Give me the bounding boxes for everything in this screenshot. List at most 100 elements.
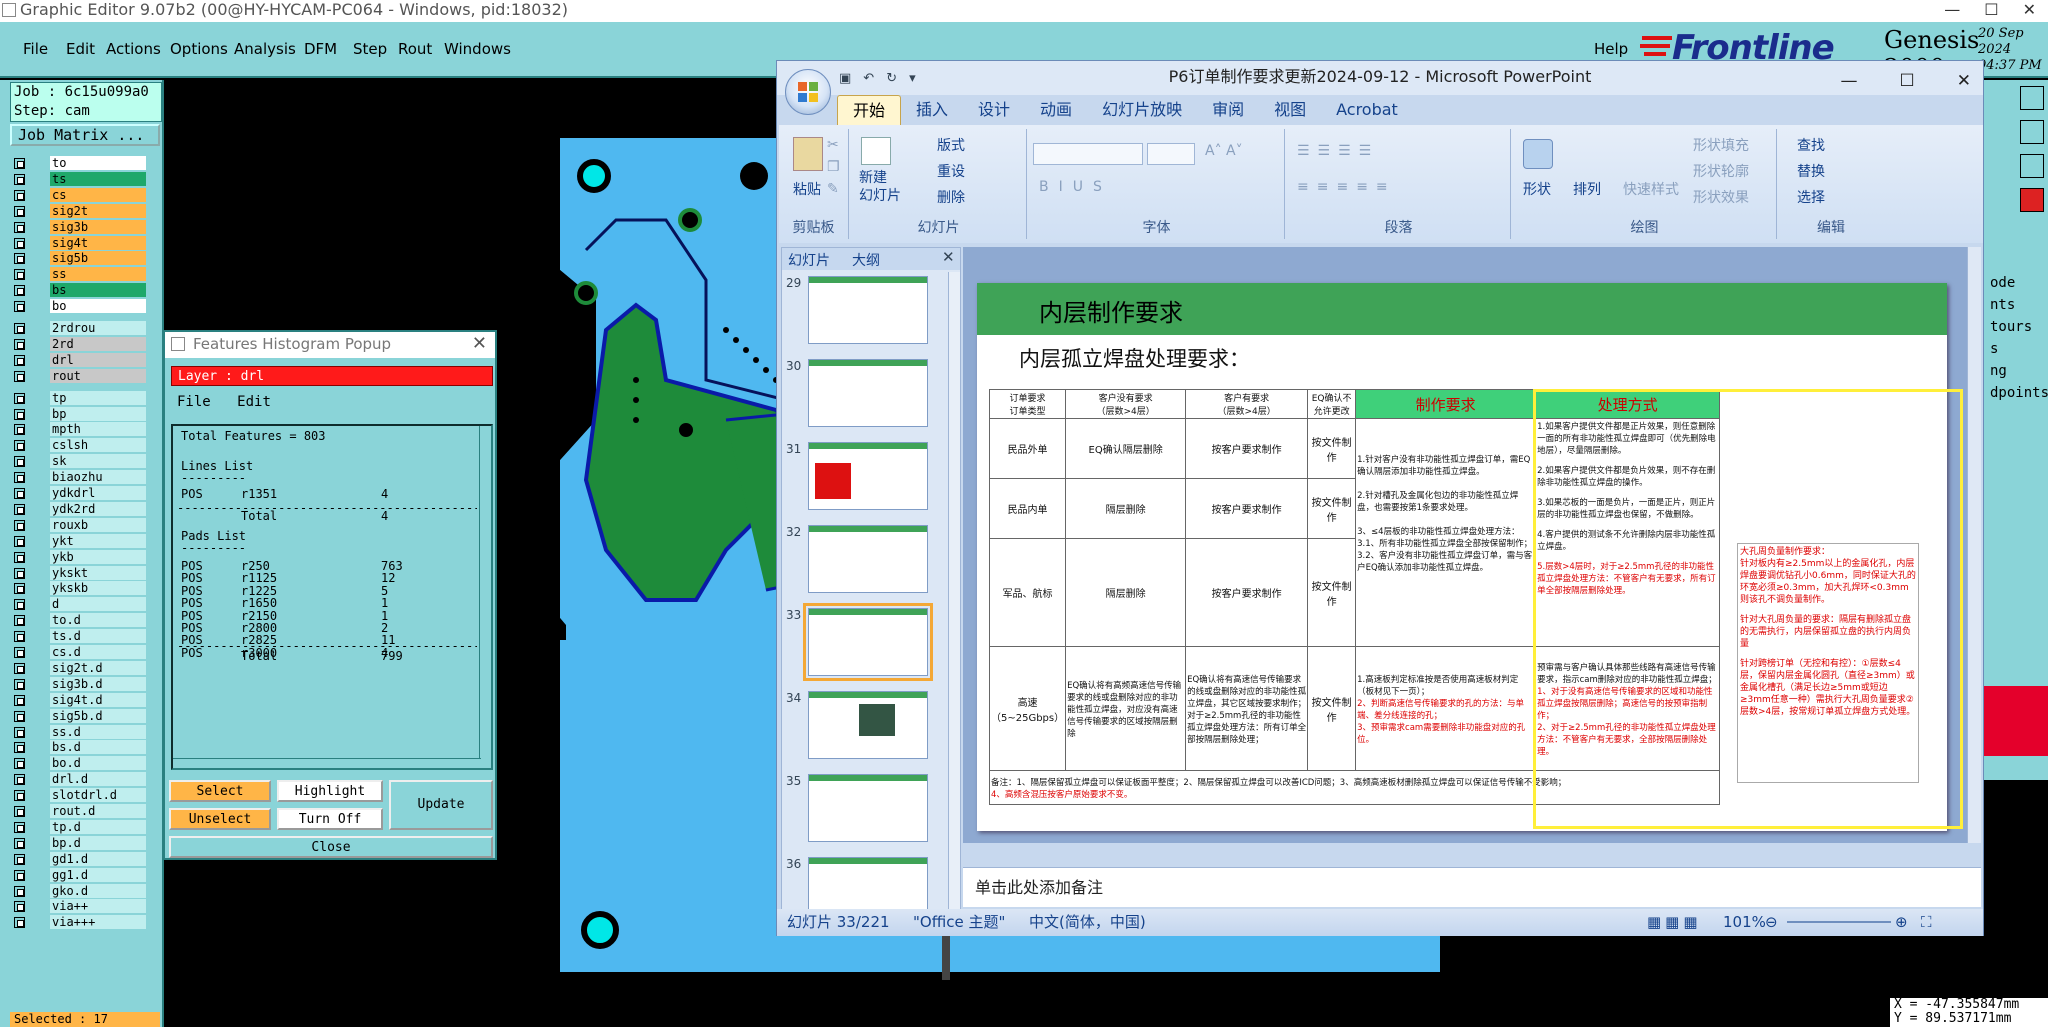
slide-thumbnail[interactable] — [808, 442, 928, 510]
layer-checkbox[interactable] — [14, 615, 25, 627]
layer-checkbox[interactable] — [14, 758, 25, 770]
layer-row-via++[interactable]: via++ — [14, 899, 146, 914]
layer-checkbox[interactable] — [14, 742, 25, 754]
layer-row-rouxb[interactable]: rouxb — [14, 517, 146, 532]
ribbon-tab[interactable]: 视图 — [1259, 95, 1321, 125]
menu-dfm[interactable]: DFM — [304, 40, 337, 58]
layer-checkbox[interactable] — [14, 694, 25, 706]
layer-checkbox[interactable] — [14, 885, 25, 897]
select-button[interactable]: 选择 — [1797, 187, 1825, 207]
maximize-icon[interactable]: ☐ — [1984, 0, 1998, 20]
layer-row-ss[interactable]: ss — [14, 267, 146, 282]
tool-icon[interactable] — [2020, 154, 2044, 178]
layer-checkbox[interactable] — [14, 354, 25, 366]
format-painter-icon[interactable]: ✎ — [827, 181, 839, 197]
font-size-box[interactable] — [1147, 143, 1195, 165]
layer-row-slotdrl.d[interactable]: slotdrl.d — [14, 788, 146, 803]
layer-row-tp[interactable]: tp — [14, 390, 146, 405]
view-buttons[interactable]: ▦▦▦ — [1647, 909, 1702, 936]
layer-row-d[interactable]: d — [14, 597, 146, 612]
new-slide-button[interactable]: 新建 幻灯片 — [859, 169, 901, 205]
ribbon-tab[interactable]: 审阅 — [1197, 95, 1259, 125]
close-icon[interactable]: ✕ — [2023, 0, 2036, 20]
layer-checkbox[interactable] — [14, 631, 25, 643]
right-popup-item[interactable]: tours — [1984, 316, 2048, 338]
layer-checkbox[interactable] — [14, 503, 25, 515]
close-icon[interactable]: ✕ — [942, 248, 955, 266]
maximize-icon[interactable]: ☐ — [1900, 65, 1915, 97]
layer-row-bs.d[interactable]: bs.d — [14, 740, 146, 755]
ribbon-tab[interactable]: 设计 — [963, 95, 1025, 125]
layer-row-sig3b[interactable]: sig3b — [14, 219, 146, 234]
menu-help[interactable]: Help — [1594, 40, 1628, 58]
right-popup-item[interactable]: ng — [1984, 360, 2048, 382]
layer-row-gko.d[interactable]: gko.d — [14, 883, 146, 898]
layer-checkbox[interactable] — [14, 790, 25, 802]
layer-row-sk[interactable]: sk — [14, 454, 146, 469]
histogram-menu-edit[interactable]: Edit — [237, 394, 271, 410]
layer-checkbox[interactable] — [14, 237, 25, 249]
layer-row-bo.d[interactable]: bo.d — [14, 756, 146, 771]
turn-off-button[interactable]: Turn Off — [277, 808, 383, 830]
tool-icon[interactable] — [2020, 120, 2044, 144]
layer-checkbox[interactable] — [14, 488, 25, 499]
layer-checkbox[interactable] — [14, 567, 25, 579]
histogram-menu-file[interactable]: File — [177, 394, 211, 410]
font-format-icons[interactable]: BIUS — [1039, 179, 1112, 195]
close-icon[interactable]: ✕ — [472, 332, 487, 356]
qat-dropdown-icon[interactable]: ▾ — [909, 71, 916, 86]
layer-checkbox[interactable] — [14, 408, 25, 420]
layer-row-sig5b[interactable]: sig5b — [14, 251, 146, 266]
layer-checkbox[interactable] — [14, 158, 25, 169]
layer-row-ts.d[interactable]: ts.d — [14, 629, 146, 644]
layer-row-rout[interactable]: rout — [14, 368, 146, 383]
tab-slides[interactable]: 幻灯片 — [788, 250, 830, 270]
layer-checkbox[interactable] — [14, 726, 25, 738]
layer-checkbox[interactable] — [14, 370, 25, 382]
job-matrix-button[interactable]: Job Matrix ... — [10, 124, 160, 146]
slide-thumbnail[interactable] — [803, 603, 933, 681]
list-icons[interactable]: ☰☰☰☰ — [1297, 143, 1379, 159]
layer-checkbox[interactable] — [14, 710, 25, 722]
minimize-icon[interactable]: — — [1841, 65, 1858, 97]
right-popup-item[interactable]: nts — [1984, 294, 2048, 316]
paste-button[interactable]: 粘贴 — [793, 179, 821, 199]
select-button[interactable]: Select — [169, 780, 271, 802]
highlight-button[interactable]: Highlight — [277, 780, 383, 802]
menu-options[interactable]: Options — [170, 40, 228, 58]
zoom-in-icon[interactable]: ⊕ — [1895, 909, 1908, 936]
horizontal-scrollbar[interactable] — [173, 758, 481, 768]
ribbon-tab[interactable]: 动画 — [1025, 95, 1087, 125]
layer-checkbox[interactable] — [14, 173, 25, 185]
layer-checkbox[interactable] — [14, 806, 25, 817]
layer-row-rout.d[interactable]: rout.d — [14, 804, 146, 818]
shape-outline-button[interactable]: 形状轮廓 — [1693, 161, 1749, 181]
layer-row-ss.d[interactable]: ss.d — [14, 724, 146, 739]
thumbnail-scrollbar[interactable] — [948, 272, 960, 926]
layer-row-bp[interactable]: bp — [14, 406, 146, 421]
slide-thumbnail[interactable] — [808, 359, 928, 427]
layer-row-bs[interactable]: bs — [14, 283, 146, 298]
layer-checkbox[interactable] — [14, 440, 25, 452]
layer-row-bo[interactable]: bo — [14, 299, 146, 314]
fit-window-icon[interactable]: ⛶ — [1921, 909, 1932, 936]
layer-checkbox[interactable] — [14, 821, 25, 833]
layer-row-sig4t.d[interactable]: sig4t.d — [14, 692, 146, 707]
save-icon[interactable]: ▣ — [839, 71, 851, 86]
slide-thumbnail[interactable] — [808, 691, 928, 759]
layer-row-ydkdrl[interactable]: ydkdrl — [14, 486, 146, 500]
zoom-out-icon[interactable]: ⊖ — [1765, 909, 1778, 936]
layer-checkbox[interactable] — [14, 837, 25, 849]
layer-checkbox[interactable] — [14, 678, 25, 690]
layer-row-to.d[interactable]: to.d — [14, 613, 146, 628]
layer-checkbox[interactable] — [14, 253, 25, 265]
slide-canvas[interactable]: 内层制作要求 内层孤立焊盘处理要求： 订单要求 订单类型 客户没有要求 （层数>… — [977, 283, 1963, 831]
close-icon[interactable]: ✕ — [1957, 65, 1971, 97]
layer-row-2rdrou[interactable]: 2rdrou — [14, 321, 146, 335]
layer-row-to[interactable]: to — [14, 156, 146, 170]
menu-rout[interactable]: Rout — [398, 40, 432, 58]
undo-icon[interactable]: ↶ — [863, 71, 874, 86]
layer-checkbox[interactable] — [14, 853, 25, 865]
unselect-button[interactable]: Unselect — [169, 808, 271, 830]
delete-button[interactable]: 删除 — [937, 187, 965, 207]
